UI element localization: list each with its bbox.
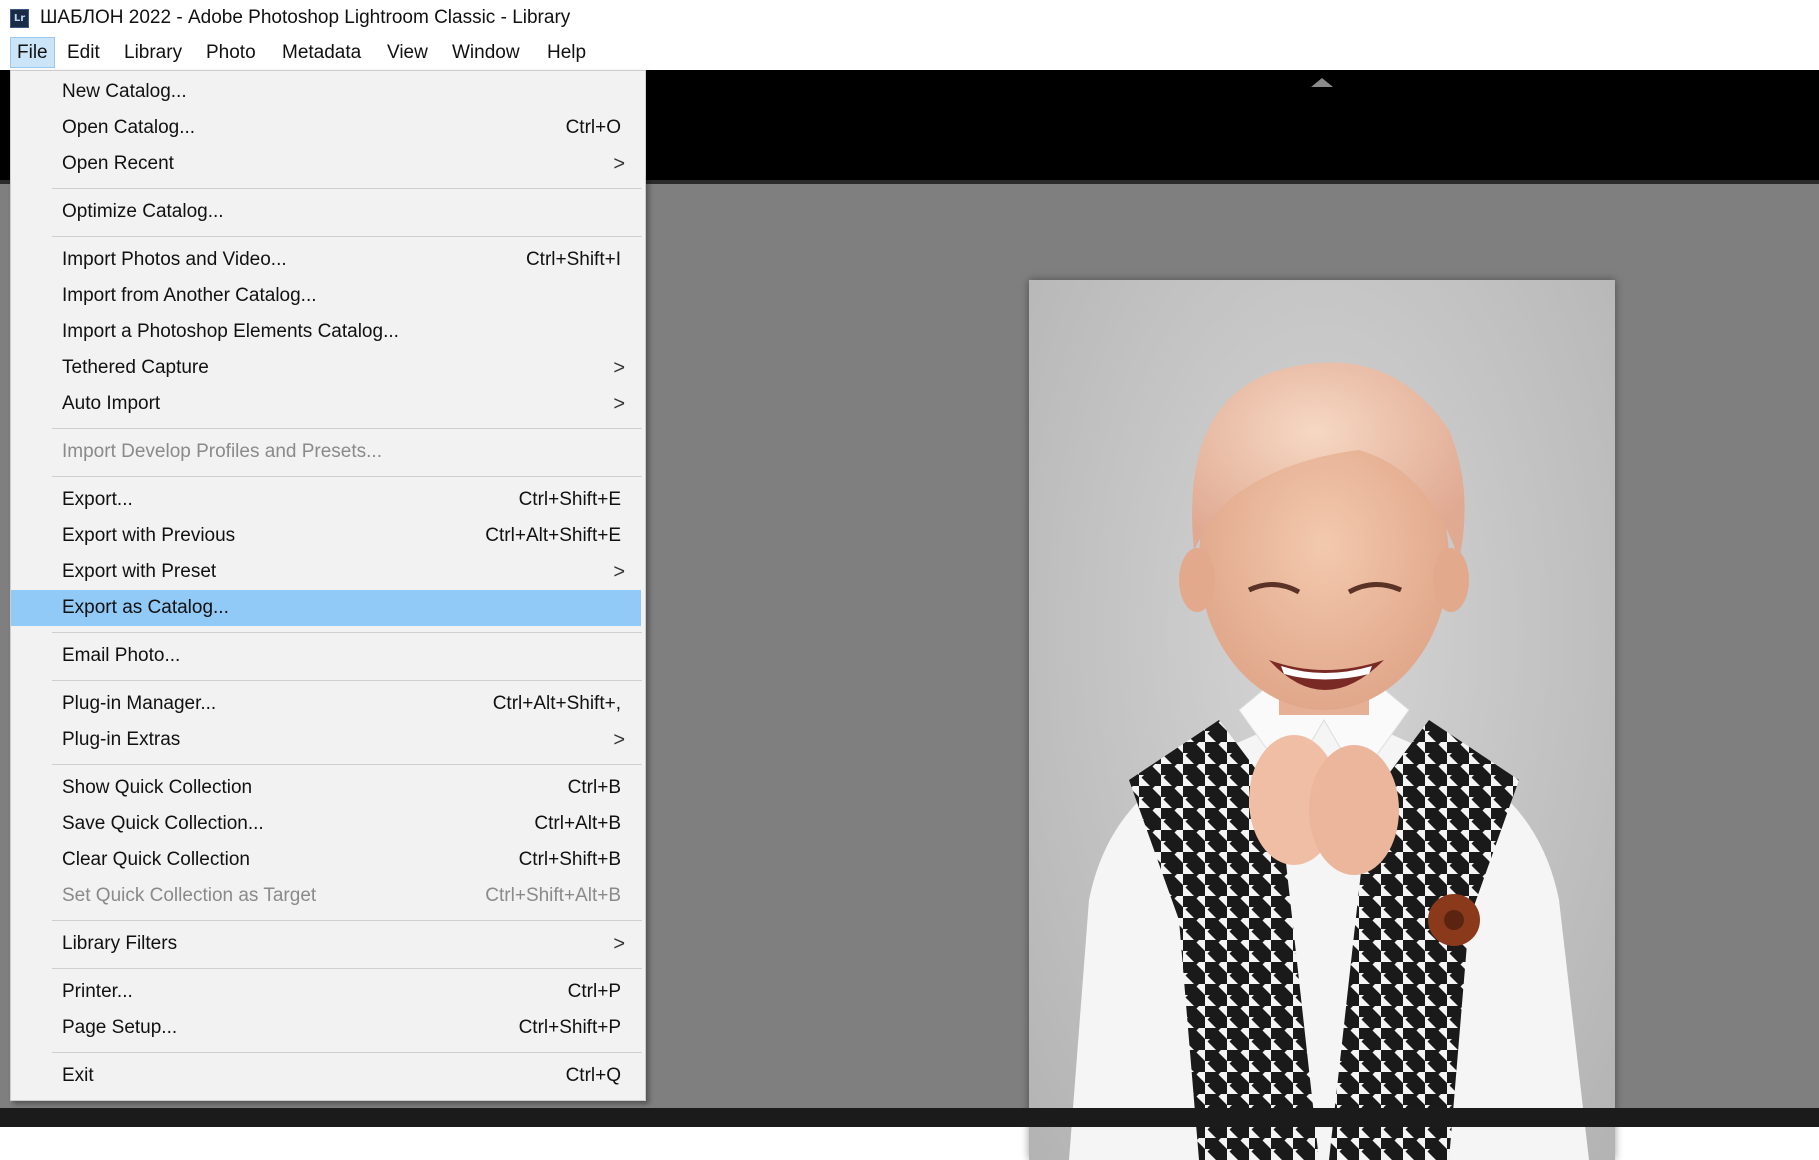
menu-item-label: Plug-in Extras xyxy=(62,729,181,750)
menu-separator xyxy=(52,968,642,969)
menu-item-shortcut: Ctrl+Alt+Shift+, xyxy=(492,693,621,714)
menu-item-label: Export... xyxy=(62,489,133,510)
menu-separator xyxy=(52,236,642,237)
menu-help[interactable]: Help xyxy=(541,37,592,68)
file-menu-dropdown: New Catalog... Open Catalog... Ctrl+O Op… xyxy=(10,70,646,1101)
menu-item-shortcut: Ctrl+Alt+B xyxy=(534,813,621,834)
menu-item-plugin-manager[interactable]: Plug-in Manager... Ctrl+Alt+Shift+, xyxy=(11,686,645,722)
menu-edit[interactable]: Edit xyxy=(61,37,106,68)
menu-item-label: Printer... xyxy=(62,981,133,1002)
menu-item-label: Plug-in Manager... xyxy=(62,693,217,714)
menu-item-label: Auto Import xyxy=(62,393,161,414)
menu-separator xyxy=(52,476,642,477)
menu-item-export[interactable]: Export... Ctrl+Shift+E xyxy=(11,482,645,518)
menu-item-clear-quick-collection[interactable]: Clear Quick Collection Ctrl+Shift+B xyxy=(11,842,645,878)
menu-item-shortcut: Ctrl+Shift+E xyxy=(518,489,621,510)
menu-item-label: Save Quick Collection... xyxy=(62,813,264,834)
menu-file[interactable]: File xyxy=(10,37,55,68)
menu-item-save-quick-collection[interactable]: Save Quick Collection... Ctrl+Alt+B xyxy=(11,806,645,842)
menu-item-import-elements-catalog[interactable]: Import a Photoshop Elements Catalog... xyxy=(11,314,645,350)
menu-item-label: Email Photo... xyxy=(62,645,181,666)
menu-item-set-quick-collection-target: Set Quick Collection as Target Ctrl+Shif… xyxy=(11,878,645,914)
menu-item-shortcut: Ctrl+Q xyxy=(565,1065,621,1086)
menu-item-library-filters[interactable]: Library Filters > xyxy=(11,926,645,962)
submenu-arrow-icon: > xyxy=(613,152,625,175)
window-title: ШАБЛОН 2022 - Adobe Photoshop Lightroom … xyxy=(40,7,571,28)
menu-item-open-recent[interactable]: Open Recent > xyxy=(11,146,645,182)
menu-item-export-as-catalog[interactable]: Export as Catalog... xyxy=(11,590,641,626)
menu-item-label: Tethered Capture xyxy=(62,357,209,378)
menu-item-label: Library Filters xyxy=(62,933,178,954)
menu-item-label: Clear Quick Collection xyxy=(62,849,250,870)
menu-metadata[interactable]: Metadata xyxy=(276,37,367,68)
submenu-arrow-icon: > xyxy=(613,728,625,751)
menu-photo[interactable]: Photo xyxy=(200,37,262,68)
menu-item-label: Export as Catalog... xyxy=(62,597,229,618)
menu-item-tethered-capture[interactable]: Tethered Capture > xyxy=(11,350,645,386)
menu-item-import-another-catalog[interactable]: Import from Another Catalog... xyxy=(11,278,645,314)
menu-item-printer[interactable]: Printer... Ctrl+P xyxy=(11,974,645,1010)
menu-item-label: Page Setup... xyxy=(62,1017,178,1038)
menu-item-page-setup[interactable]: Page Setup... Ctrl+Shift+P xyxy=(11,1010,645,1046)
menu-item-shortcut: Ctrl+Shift+P xyxy=(518,1017,621,1038)
menu-separator xyxy=(52,188,642,189)
menu-item-label: Show Quick Collection xyxy=(62,777,253,798)
menu-item-optimize-catalog[interactable]: Optimize Catalog... xyxy=(11,194,645,230)
menu-separator xyxy=(52,632,642,633)
menu-item-shortcut: Ctrl+B xyxy=(567,777,621,798)
menu-separator xyxy=(52,764,642,765)
submenu-arrow-icon: > xyxy=(613,392,625,415)
menu-item-label: Import from Another Catalog... xyxy=(62,285,317,306)
menu-item-export-with-preset[interactable]: Export with Preset > xyxy=(11,554,645,590)
menu-window[interactable]: Window xyxy=(446,37,526,68)
lightroom-app-icon[interactable]: Lr xyxy=(10,9,29,28)
menu-separator xyxy=(52,428,642,429)
menu-item-shortcut: Ctrl+Alt+Shift+E xyxy=(485,525,621,546)
photo-image xyxy=(1069,362,1589,1160)
menu-item-shortcut: Ctrl+P xyxy=(567,981,621,1002)
menu-item-open-catalog[interactable]: Open Catalog... Ctrl+O xyxy=(11,110,645,146)
menu-item-plugin-extras[interactable]: Plug-in Extras > xyxy=(11,722,645,758)
title-bar: Lr ШАБЛОН 2022 - Adobe Photoshop Lightro… xyxy=(0,0,1819,36)
menu-item-shortcut: Ctrl+O xyxy=(565,117,621,138)
bottom-bar xyxy=(0,1108,1819,1127)
menu-item-exit[interactable]: Exit Ctrl+Q xyxy=(11,1058,645,1094)
collapse-top-panel-icon[interactable] xyxy=(1311,78,1333,87)
menu-item-label: Exit xyxy=(62,1065,94,1086)
menu-item-label: Import Develop Profiles and Presets... xyxy=(62,441,382,462)
menu-item-label: Open Catalog... xyxy=(62,117,196,138)
menu-item-auto-import[interactable]: Auto Import > xyxy=(11,386,645,422)
menu-item-label: Set Quick Collection as Target xyxy=(62,885,317,906)
submenu-arrow-icon: > xyxy=(613,560,625,583)
menu-item-export-with-previous[interactable]: Export with Previous Ctrl+Alt+Shift+E xyxy=(11,518,645,554)
menu-item-label: New Catalog... xyxy=(62,81,187,102)
menu-item-import-develop-profiles: Import Develop Profiles and Presets... xyxy=(11,434,645,470)
menu-separator xyxy=(52,920,642,921)
menu-item-label: Optimize Catalog... xyxy=(62,201,224,222)
menu-bar: File Edit Library Photo Metadata View Wi… xyxy=(0,36,1819,70)
photo-preview[interactable] xyxy=(1029,280,1615,1160)
menu-item-label: Export with Previous xyxy=(62,525,236,546)
menu-item-shortcut: Ctrl+Shift+Alt+B xyxy=(485,885,621,906)
menu-separator xyxy=(52,1052,642,1053)
menu-item-email-photo[interactable]: Email Photo... xyxy=(11,638,645,674)
menu-item-show-quick-collection[interactable]: Show Quick Collection Ctrl+B xyxy=(11,770,645,806)
menu-item-shortcut: Ctrl+Shift+B xyxy=(518,849,621,870)
menu-item-new-catalog[interactable]: New Catalog... xyxy=(11,74,645,110)
menu-item-label: Import a Photoshop Elements Catalog... xyxy=(62,321,399,342)
menu-item-label: Open Recent xyxy=(62,153,174,174)
menu-item-label: Export with Preset xyxy=(62,561,217,582)
menu-separator xyxy=(52,680,642,681)
menu-item-label: Import Photos and Video... xyxy=(62,249,287,270)
submenu-arrow-icon: > xyxy=(613,932,625,955)
menu-item-shortcut: Ctrl+Shift+I xyxy=(525,249,621,270)
submenu-arrow-icon: > xyxy=(613,356,625,379)
menu-item-import-photos[interactable]: Import Photos and Video... Ctrl+Shift+I xyxy=(11,242,645,278)
menu-library[interactable]: Library xyxy=(118,37,188,68)
menu-view[interactable]: View xyxy=(381,37,434,68)
